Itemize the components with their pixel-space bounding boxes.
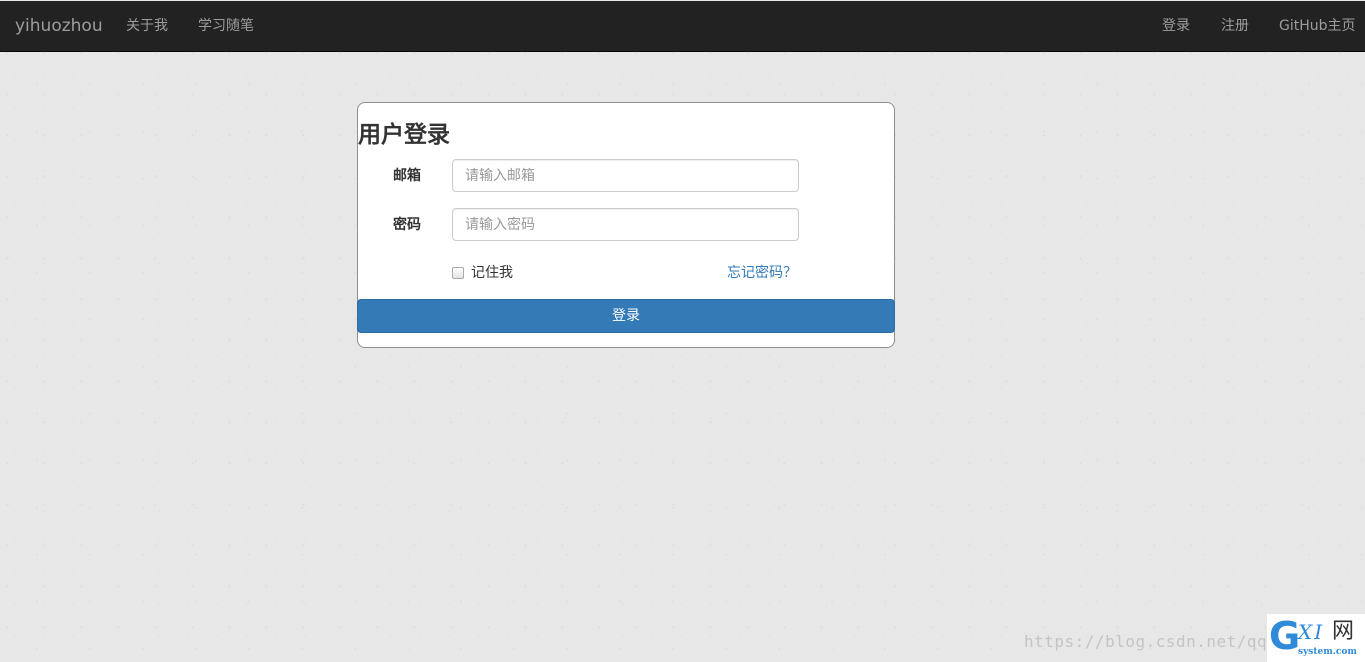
nav-link-notes[interactable]: 学习随笔 [198, 1, 254, 52]
email-label: 邮箱 [393, 168, 421, 184]
login-submit-button[interactable]: 登录 [357, 299, 895, 333]
nav-link-login[interactable]: 登录 [1162, 1, 1190, 52]
navbar-brand[interactable]: yihuozhou [15, 1, 103, 52]
login-title: 用户登录 [358, 121, 450, 148]
nav-link-github[interactable]: GitHub主页 [1279, 1, 1356, 52]
nav-link-register[interactable]: 注册 [1221, 1, 1249, 52]
login-card: 用户登录 邮箱 密码 记住我 忘记密码？ 登录 [357, 102, 895, 348]
forgot-password-link[interactable]: 忘记密码？ [727, 263, 797, 283]
site-logo: G XI 网 system.com [1267, 614, 1365, 662]
remember-me-label[interactable]: 记住我 [471, 263, 513, 283]
password-input[interactable] [452, 208, 799, 241]
remember-me-checkbox[interactable] [452, 267, 464, 279]
password-label: 密码 [393, 217, 421, 233]
logo-domain: system.com [1298, 647, 1357, 657]
logo-cn: 网 [1332, 619, 1355, 644]
logo-letters-xi: XI [1298, 620, 1325, 644]
email-input[interactable] [452, 159, 799, 192]
logo-letters: G [1269, 614, 1301, 658]
nav-link-about[interactable]: 关于我 [126, 1, 168, 52]
top-navbar: yihuozhou 关于我 学习随笔 登录 注册 GitHub主页 [0, 1, 1365, 52]
watermark-url: https://blog.csdn.net/qq [1024, 632, 1267, 651]
